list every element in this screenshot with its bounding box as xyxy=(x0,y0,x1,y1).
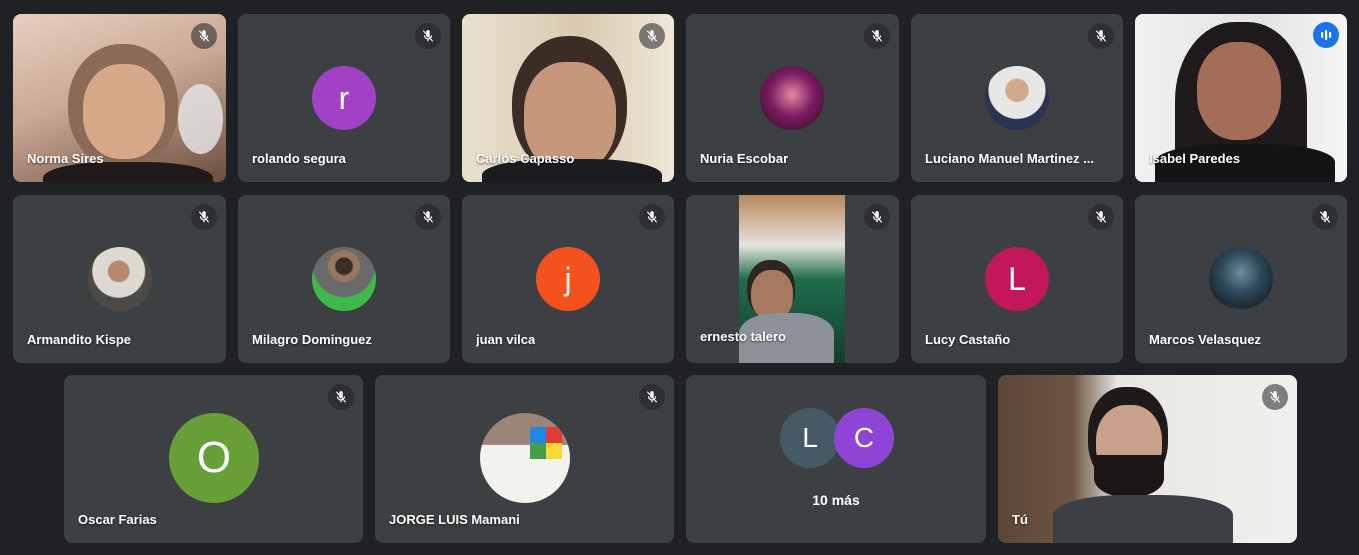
mic-off-icon xyxy=(415,204,441,230)
participant-name: juan vilca xyxy=(476,332,536,347)
participant-tile[interactable]: Norma Sires xyxy=(13,14,226,182)
mic-off-icon xyxy=(639,23,665,49)
participant-name: Isabel Paredes xyxy=(1149,151,1241,166)
mic-off-icon xyxy=(639,204,665,230)
participant-tile[interactable]: r rolando segura xyxy=(238,14,450,182)
participant-avatar xyxy=(312,247,376,311)
mic-off-icon xyxy=(191,23,217,49)
participant-avatar xyxy=(480,413,570,503)
participant-avatar xyxy=(760,66,824,130)
participant-avatar: C xyxy=(834,408,894,468)
mic-off-icon xyxy=(864,204,890,230)
self-video xyxy=(998,375,1297,543)
avatar-initial: L xyxy=(1008,260,1026,297)
participant-avatar xyxy=(1209,247,1273,311)
participant-tile[interactable]: O Oscar Farias xyxy=(64,375,363,543)
participant-tile[interactable]: Marcos Velasquez xyxy=(1135,195,1347,363)
participant-name: ernesto talero xyxy=(700,329,786,344)
participant-name: Norma Sires xyxy=(27,151,104,166)
participant-avatar: L xyxy=(985,247,1049,311)
participant-tile[interactable]: L Lucy Castaño xyxy=(911,195,1123,363)
participant-tile[interactable]: Armandito Kispe xyxy=(13,195,226,363)
participant-name: rolando segura xyxy=(252,151,346,166)
participant-avatar: O xyxy=(169,413,259,503)
participant-name: Luciano Manuel Martinez ... xyxy=(925,151,1095,166)
mic-off-icon xyxy=(864,23,890,49)
participant-name: Marcos Velasquez xyxy=(1149,332,1261,347)
avatar-initial: L xyxy=(802,422,818,453)
participant-tile-speaking[interactable]: Isabel Paredes xyxy=(1135,14,1347,182)
mic-off-icon xyxy=(1262,384,1288,410)
mic-off-icon xyxy=(328,384,354,410)
participant-tile[interactable]: Nuria Escobar xyxy=(686,14,899,182)
mic-off-icon xyxy=(639,384,665,410)
participant-name: Oscar Farias xyxy=(78,512,157,527)
participant-tile[interactable]: JORGE LUIS Mamani xyxy=(375,375,674,543)
participant-name: Milagro Dominguez xyxy=(252,332,372,347)
audio-level-icon xyxy=(1313,22,1339,48)
participant-avatar xyxy=(985,66,1049,130)
participant-avatar: j xyxy=(536,247,600,311)
more-participants-tile[interactable]: L C 10 más xyxy=(686,375,986,543)
participant-tile[interactable]: Carlos Capasso xyxy=(462,14,674,182)
mic-off-icon xyxy=(191,204,217,230)
participant-avatar xyxy=(88,247,152,311)
participant-tile[interactable]: Luciano Manuel Martinez ... xyxy=(911,14,1123,182)
participant-avatar: r xyxy=(312,66,376,130)
participant-tile[interactable]: j juan vilca xyxy=(462,195,674,363)
mic-off-icon xyxy=(415,23,441,49)
avatar-initial: j xyxy=(564,260,572,297)
avatar-initial: O xyxy=(196,433,232,482)
self-tile[interactable]: Tú xyxy=(998,375,1297,543)
participant-tile[interactable]: ernesto talero xyxy=(686,195,899,363)
participant-name: Nuria Escobar xyxy=(700,151,789,166)
avatar-initial: r xyxy=(338,79,350,116)
mic-off-icon xyxy=(1088,23,1114,49)
participant-name: Armandito Kispe xyxy=(27,332,132,347)
participant-avatar: L xyxy=(780,408,840,468)
participant-name: Tú xyxy=(1012,512,1028,527)
more-participants-label: 10 más xyxy=(812,492,860,508)
participant-tile[interactable]: Milagro Dominguez xyxy=(238,195,450,363)
avatar-initial: C xyxy=(853,422,875,453)
participant-name: Carlos Capasso xyxy=(476,151,575,166)
mic-off-icon xyxy=(1312,204,1338,230)
participant-name: Lucy Castaño xyxy=(925,332,1011,347)
participant-name: JORGE LUIS Mamani xyxy=(389,512,520,527)
mic-off-icon xyxy=(1088,204,1114,230)
